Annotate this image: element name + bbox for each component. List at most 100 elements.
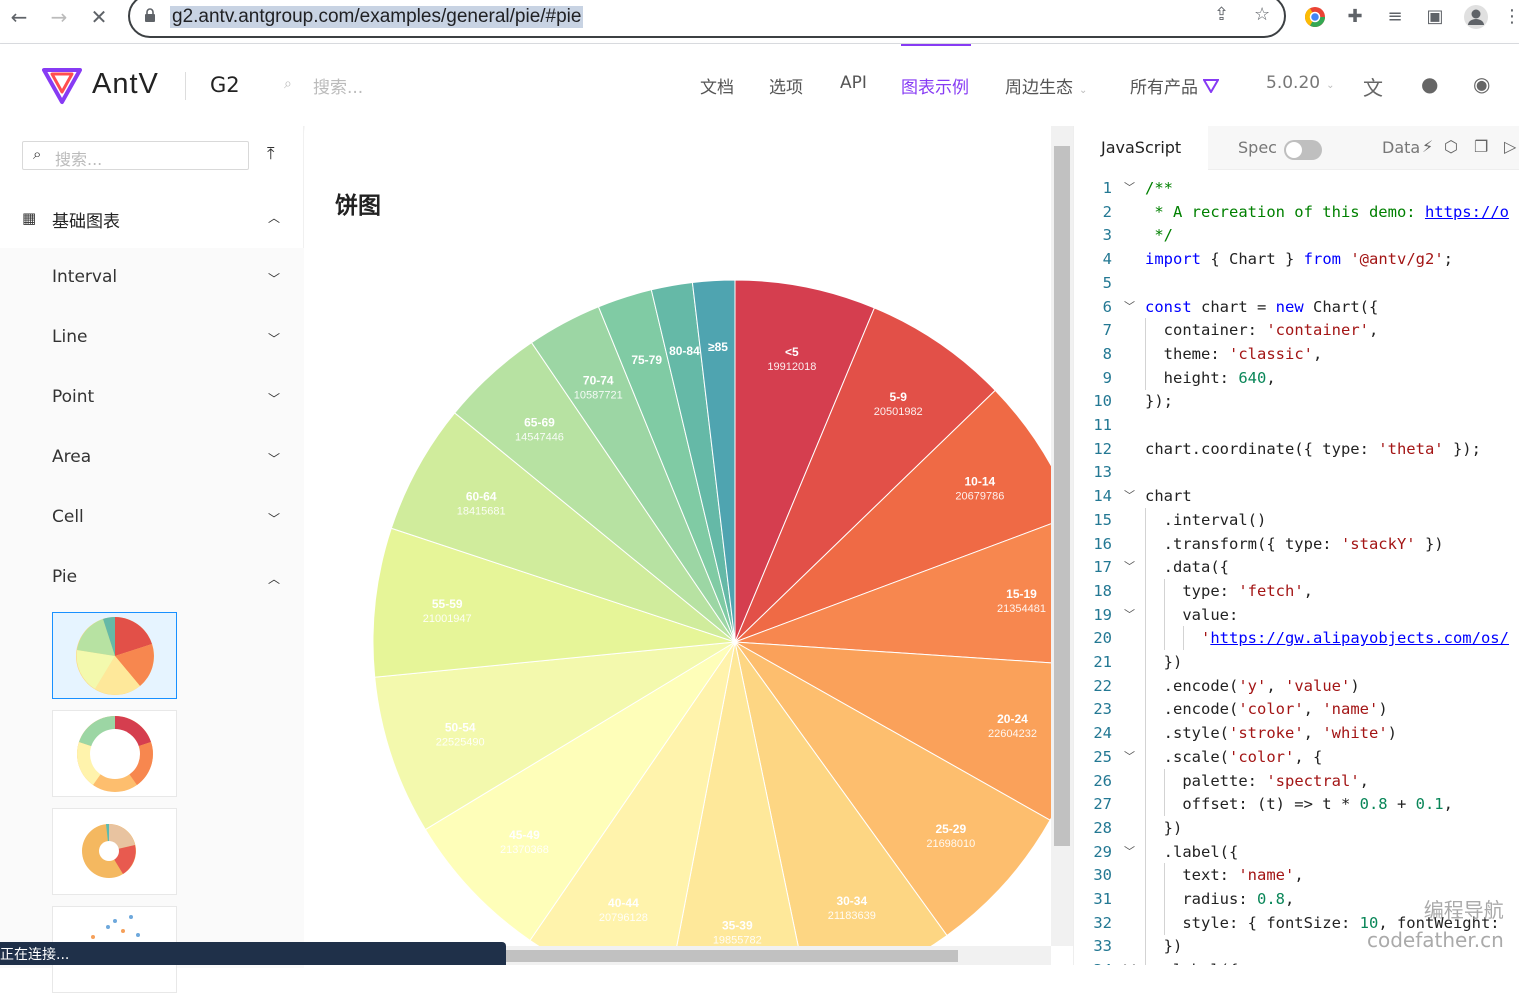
code-text: chart.coordinate({ type: 'theta' }); <box>1145 439 1481 458</box>
fold-chevron-icon[interactable]: ﹀ <box>1124 603 1135 627</box>
vertical-scrollbar[interactable] <box>1051 126 1073 946</box>
code-line[interactable]: 19 ﹀ value: <box>1074 602 1519 627</box>
nav-examples[interactable]: 图表示例 <box>901 73 969 98</box>
code-line[interactable]: 6 ﹀ const chart = new Chart({ <box>1074 295 1519 319</box>
fold-chevron-icon[interactable]: ﹀ <box>1124 840 1135 864</box>
nav-options[interactable]: 选项 <box>769 73 803 98</box>
code-line[interactable]: 10}); <box>1074 389 1519 413</box>
nav-docs[interactable]: 文档 <box>700 73 734 98</box>
code-line[interactable]: 25 ﹀ .scale('color', { <box>1074 744 1519 769</box>
fold-chevron-icon[interactable]: ﹀ <box>1124 958 1135 965</box>
slice-name-label: ≥85 <box>708 340 728 354</box>
tab-javascript[interactable]: JavaScript <box>1074 126 1208 170</box>
code-line[interactable]: 22 .encode('y', 'value') <box>1074 673 1519 698</box>
sidebar-item-cell[interactable]: Cell ﹀ <box>0 488 304 548</box>
horizontal-scrollbar[interactable] <box>506 946 1051 965</box>
github-icon[interactable]: ◉ <box>1473 72 1490 96</box>
fold-chevron-icon[interactable]: ﹀ <box>1124 555 1135 579</box>
antv-logo-icon[interactable] <box>42 66 82 106</box>
code-line[interactable]: 15 .interval() <box>1074 507 1519 532</box>
code-line[interactable]: 3 */ <box>1074 223 1519 247</box>
code-line[interactable]: 1 ﹀ /** <box>1074 176 1519 200</box>
header-search-input[interactable]: 搜索... <box>313 73 363 98</box>
tab-data[interactable]: Data <box>1382 138 1420 157</box>
code-line[interactable]: 11 <box>1074 413 1519 437</box>
share-icon[interactable]: ⇪ <box>1214 4 1229 25</box>
sidebar-item-pie[interactable]: Pie ︿ <box>0 548 304 608</box>
wechat-icon[interactable]: ● <box>1421 72 1438 96</box>
code-line[interactable]: 12 chart.coordinate({ type: 'theta' }); <box>1074 437 1519 461</box>
reading-list-icon[interactable]: ≡ <box>1383 5 1407 29</box>
play-icon[interactable]: ▷ <box>1504 137 1516 156</box>
tab-spec[interactable]: Spec <box>1238 138 1277 157</box>
horizontal-scrollbar-thumb[interactable] <box>506 950 958 962</box>
sidebar-item-label: Cell <box>52 507 84 527</box>
nav-api[interactable]: API <box>840 73 867 93</box>
code-line[interactable]: 13 <box>1074 460 1519 484</box>
slice-name-label: 65-69 <box>524 415 555 429</box>
slice-name-label: 75-79 <box>631 353 662 367</box>
extensions-puzzle-icon[interactable]: ✚ <box>1343 5 1367 29</box>
translate-icon[interactable]: 文 <box>1363 72 1383 101</box>
code-line[interactable]: 5 <box>1074 271 1519 295</box>
browser-menu-icon[interactable]: ⋮ <box>1500 5 1519 29</box>
code-line[interactable]: 18 type: 'fetch', <box>1074 578 1519 603</box>
category-header[interactable]: ▦ 基础图表 ︿ <box>0 192 304 244</box>
code-line[interactable]: 30 text: 'name', <box>1074 863 1519 888</box>
sidebar-search-placeholder: 搜索... <box>55 150 103 169</box>
example-thumbnail-pie[interactable] <box>52 612 177 699</box>
copy-icon[interactable]: ❐ <box>1474 137 1488 156</box>
fold-chevron-icon[interactable]: ﹀ <box>1124 745 1135 769</box>
fold-chevron-icon[interactable]: ﹀ <box>1124 295 1135 319</box>
nav-all-products[interactable]: 所有产品 <box>1130 73 1221 98</box>
status-bar: 正在连接... <box>0 942 506 965</box>
product-name[interactable]: G2 <box>210 73 240 97</box>
sidebar-item-line[interactable]: Line ﹀ <box>0 308 304 368</box>
code-line[interactable]: 2 * A recreation of this demo: https://o <box>1074 200 1519 224</box>
vertical-scrollbar-thumb[interactable] <box>1054 146 1070 846</box>
code-line[interactable]: 29 ﹀ .label({ <box>1074 839 1519 864</box>
spec-toggle[interactable] <box>1284 140 1322 160</box>
code-line[interactable]: 24 .style('stroke', 'white') <box>1074 721 1519 746</box>
code-line[interactable]: 17 ﹀ .data({ <box>1074 555 1519 580</box>
code-line[interactable]: 7 container: 'container', <box>1074 318 1519 343</box>
sidebar-item-interval[interactable]: Interval ﹀ <box>0 248 304 308</box>
code-line[interactable]: 14 ﹀ chart <box>1074 484 1519 508</box>
profile-avatar-icon[interactable] <box>1463 4 1489 30</box>
code-line[interactable]: 9 height: 640, <box>1074 365 1519 390</box>
example-thumbnail-donut[interactable] <box>52 710 177 797</box>
slice-name-label: 80-84 <box>669 344 700 358</box>
codesandbox-icon[interactable]: ⬡ <box>1444 137 1458 156</box>
code-line[interactable]: 21 }) <box>1074 650 1519 674</box>
code-line[interactable]: 28 }) <box>1074 815 1519 840</box>
sidebar-item-point[interactable]: Point ﹀ <box>0 368 304 428</box>
chrome-extension-icon[interactable] <box>1303 5 1327 29</box>
code-line[interactable]: 8 theme: 'classic', <box>1074 341 1519 366</box>
code-line[interactable]: 4 import { Chart } from '@antv/g2'; <box>1074 247 1519 271</box>
code-line[interactable]: 26 palette: 'spectral', <box>1074 768 1519 793</box>
back-arrow-icon[interactable]: ← <box>4 4 34 30</box>
sidebar-item-area[interactable]: Area ﹀ <box>0 428 304 488</box>
back-to-top-icon[interactable]: ⤒ <box>267 144 275 164</box>
code-line[interactable]: 23 .encode('color', 'name') <box>1074 697 1519 722</box>
example-thumbnail-donut-labels[interactable] <box>52 808 177 895</box>
address-bar[interactable]: g2.antv.antgroup.com/examples/general/pi… <box>128 0 1286 38</box>
fold-chevron-icon[interactable]: ﹀ <box>1124 176 1135 200</box>
forward-arrow-icon[interactable]: → <box>44 4 74 30</box>
url-text[interactable]: g2.antv.antgroup.com/examples/general/pi… <box>170 6 584 28</box>
side-panel-icon[interactable]: ▣ <box>1423 5 1447 29</box>
stop-loading-icon[interactable]: ✕ <box>84 4 114 30</box>
code-line[interactable]: 20 'https://gw.alipayobjects.com/os/ <box>1074 626 1519 651</box>
bookmark-star-icon[interactable]: ☆ <box>1254 4 1270 25</box>
nav-ecosystem[interactable]: 周边生态 ⌄ <box>1005 73 1087 98</box>
version-select[interactable]: 5.0.20 ⌄ <box>1266 73 1334 93</box>
fold-chevron-icon[interactable]: ﹀ <box>1124 484 1135 508</box>
lightning-icon[interactable]: ⚡ <box>1422 137 1433 156</box>
sidebar-search-input[interactable]: ⌕ 搜索... <box>22 141 249 170</box>
code-line[interactable]: 34 ﹀ .label({ <box>1074 958 1519 965</box>
logo-text[interactable]: AntV <box>92 68 159 101</box>
code-line[interactable]: 27 offset: (t) => t * 0.8 + 0.1, <box>1074 792 1519 817</box>
code-text: }); <box>1145 392 1173 411</box>
line-number: 15 <box>1093 510 1112 529</box>
code-line[interactable]: 16 .transform({ type: 'stackY' }) <box>1074 531 1519 556</box>
